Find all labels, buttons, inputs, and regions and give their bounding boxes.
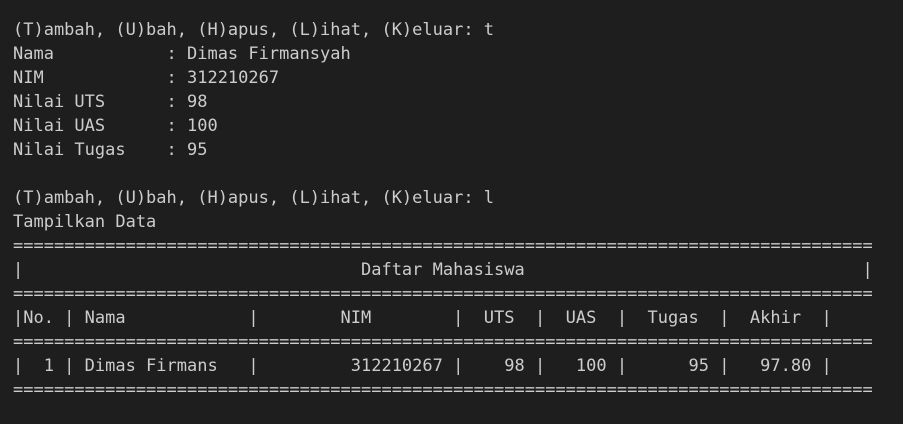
table-separator: ========================================… bbox=[13, 236, 873, 256]
output-response-line: Tampilkan Data bbox=[13, 212, 157, 232]
table-title-line: | Daftar Mahasiswa | bbox=[13, 260, 873, 280]
terminal-window[interactable]: (T)ambah, (U)bah, (H)apus, (L)ihat, (K)e… bbox=[0, 0, 903, 424]
table-header-line: |No. | Nama | NIM | UTS | UAS | Tugas | … bbox=[13, 308, 832, 328]
output-field-uts: Nilai UTS : 98 bbox=[13, 92, 208, 112]
output-field-nama: Nama : Dimas Firmansyah bbox=[13, 44, 351, 64]
output-field-tugas: Nilai Tugas : 95 bbox=[13, 140, 208, 160]
table-separator: ========================================… bbox=[13, 380, 873, 400]
command-prompt-line: (T)ambah, (U)bah, (H)apus, (L)ihat, (K)e… bbox=[13, 188, 495, 208]
table-separator: ========================================… bbox=[13, 332, 873, 352]
output-field-nim: NIM : 312210267 bbox=[13, 68, 280, 88]
table-separator: ========================================… bbox=[13, 284, 873, 304]
table-row: | 1 | Dimas Firmans | 312210267 | 98 | 1… bbox=[13, 356, 832, 376]
command-prompt-line: (T)ambah, (U)bah, (H)apus, (L)ihat, (K)e… bbox=[13, 20, 495, 40]
output-field-uas: Nilai UAS : 100 bbox=[13, 116, 218, 136]
